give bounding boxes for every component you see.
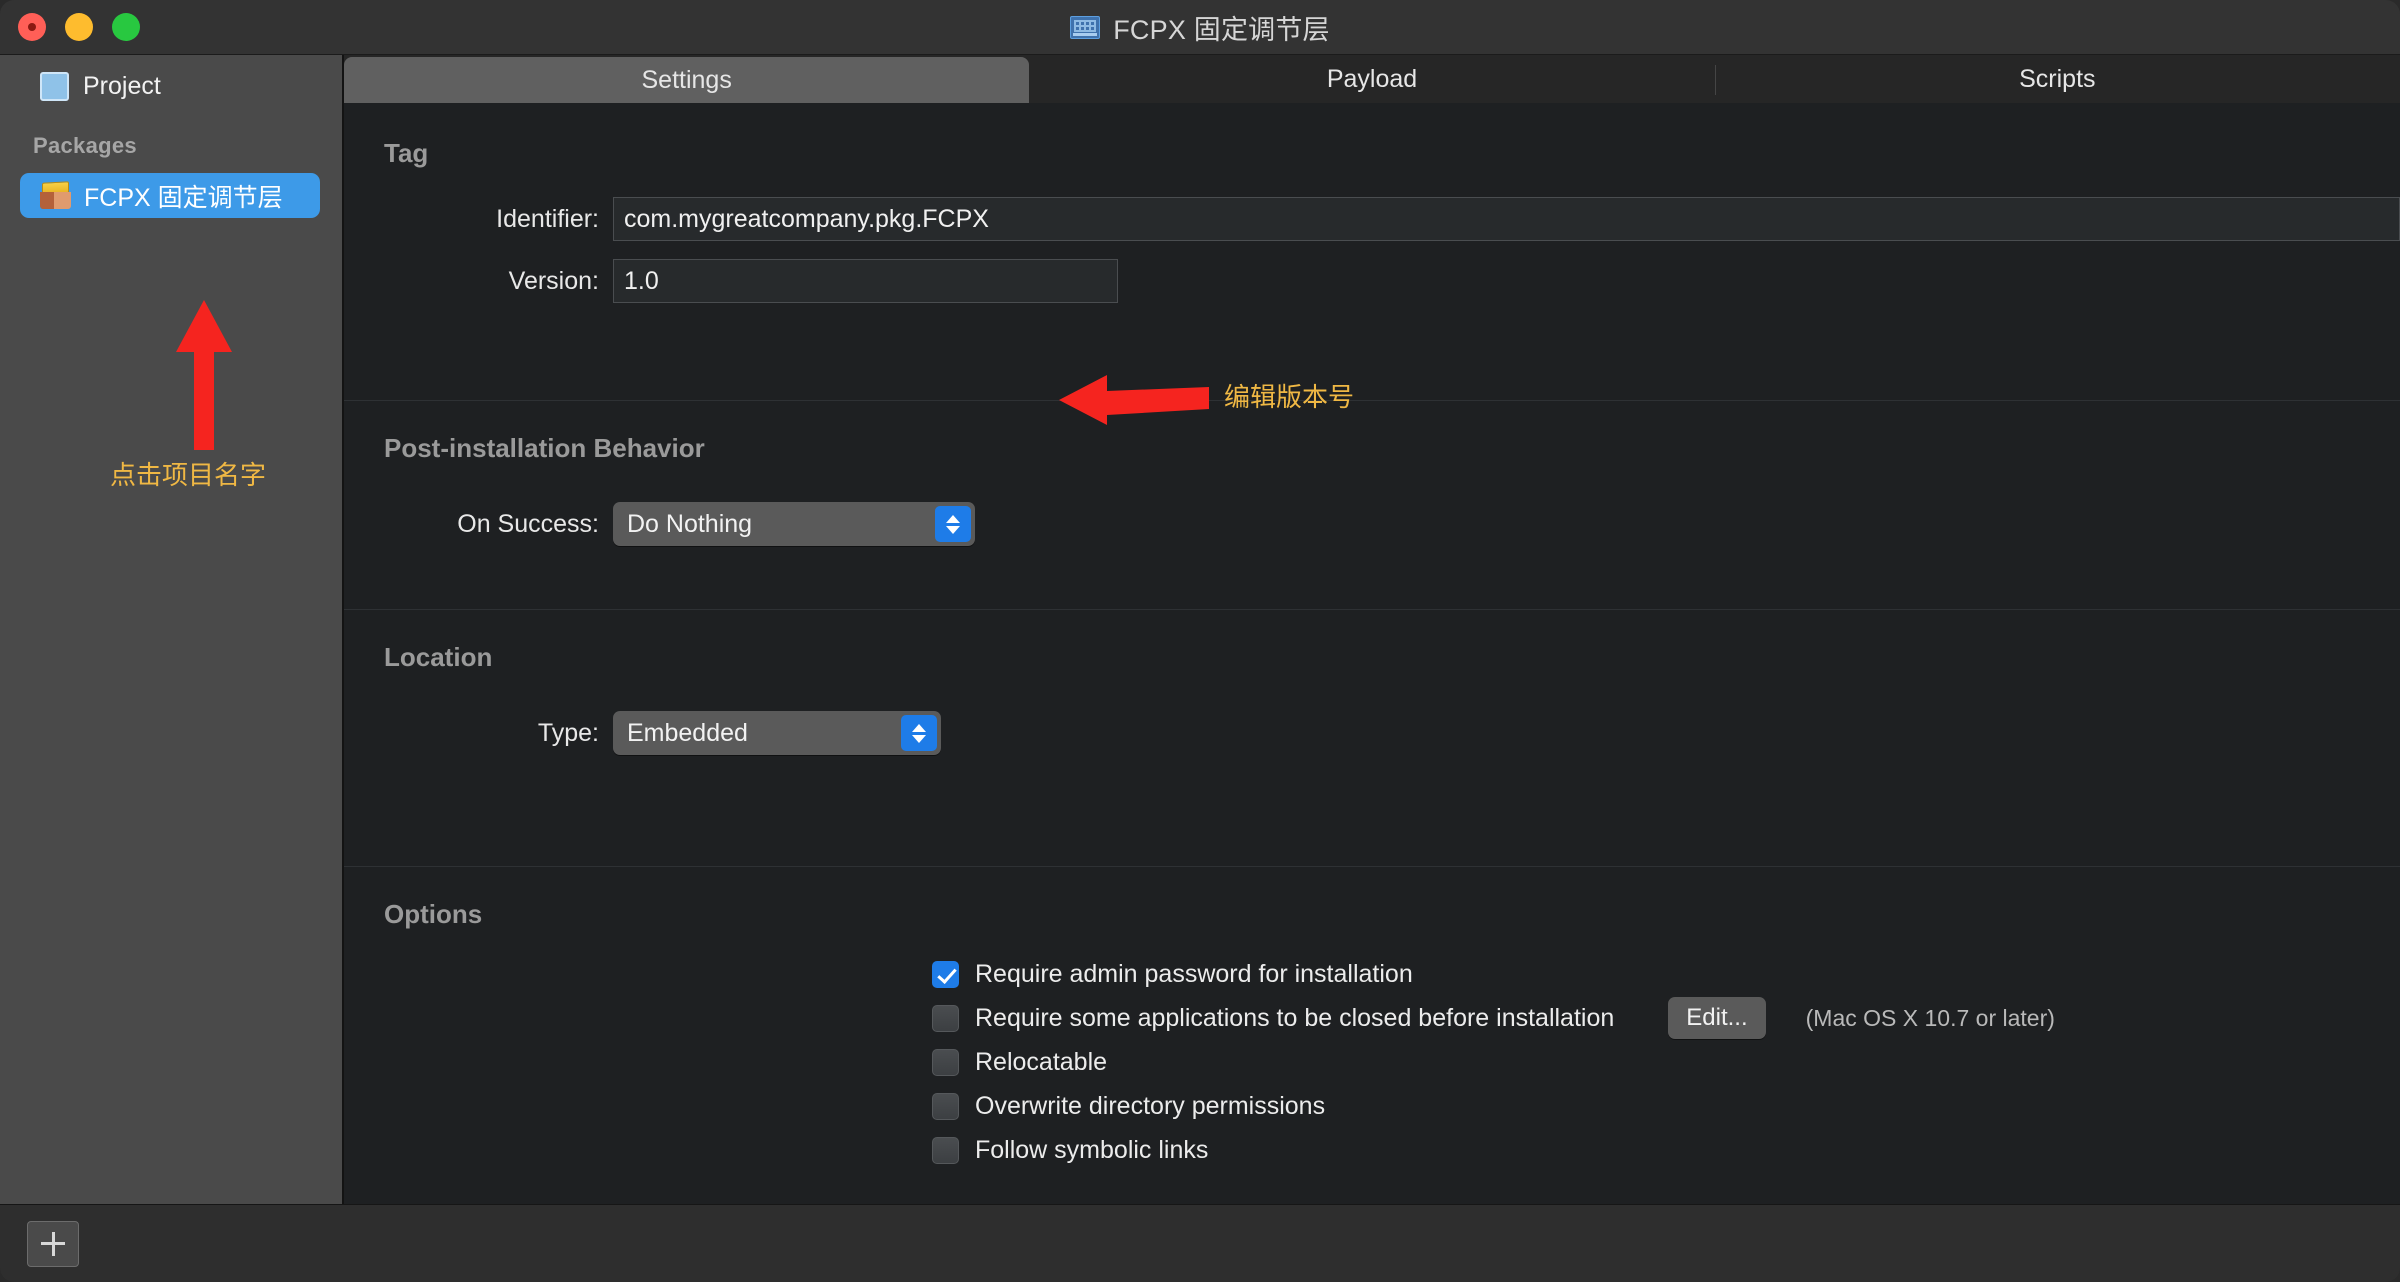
window-controls [18, 13, 140, 41]
identifier-input[interactable]: com.mygreatcompany.pkg.FCPX [613, 197, 2400, 241]
tab-bar: Settings Payload Scripts [344, 55, 2400, 103]
maximize-window-button[interactable] [112, 13, 140, 41]
tab-settings[interactable]: Settings [344, 57, 1030, 103]
project-square-icon [40, 71, 69, 101]
close-window-button[interactable] [18, 13, 46, 41]
version-input[interactable]: 1.0 [613, 259, 1118, 303]
main-pane: Settings Payload Scripts Tag Identifier:… [344, 55, 2400, 1204]
option-label: Overwrite directory permissions [975, 1091, 1326, 1120]
checkbox-require-admin-password[interactable] [932, 960, 959, 988]
checkbox-overwrite-directory-permissions[interactable] [932, 1092, 959, 1120]
sidebar-item-project-label: Project [83, 71, 161, 100]
minimize-window-button[interactable] [65, 13, 93, 41]
sidebar-item-package[interactable]: FCPX 固定调节层 [20, 173, 320, 218]
option-row[interactable]: Relocatable [932, 1040, 2400, 1084]
section-location-title: Location [384, 642, 493, 672]
options-list: Require admin password for installation … [344, 930, 2400, 1172]
location-type-dropdown[interactable]: Embedded [613, 711, 941, 755]
tab-scripts-label: Scripts [2019, 64, 2096, 93]
section-tag-title: Tag [384, 138, 429, 168]
edit-button[interactable]: Edit... [1668, 997, 1766, 1039]
option-row[interactable]: Overwrite directory permissions [932, 1084, 2400, 1128]
tab-payload-label: Payload [1326, 64, 1418, 93]
settings-content: Tag Identifier: com.mygreatcompany.pkg.F… [344, 103, 2400, 1204]
chevron-updown-icon[interactable] [901, 715, 937, 751]
tab-payload[interactable]: Payload [1029, 55, 1714, 103]
bottom-toolbar [0, 1204, 2400, 1282]
location-type-label: Type: [537, 718, 599, 747]
section-options: Options Require admin password for insta… [344, 867, 2400, 1172]
sidebar-section-packages: Packages [33, 133, 137, 158]
title-bar: FCPX 固定调节层 [0, 0, 2400, 55]
identifier-label: Identifier: [496, 204, 599, 233]
package-box-icon [40, 181, 71, 209]
version-label: Version: [508, 266, 599, 295]
compatibility-note: (Mac OS X 10.7 or later) [1805, 1004, 2055, 1031]
tab-settings-label: Settings [641, 65, 732, 94]
add-package-button[interactable] [27, 1220, 79, 1267]
red-up-arrow-annotation [176, 300, 232, 450]
package-window-icon [1070, 15, 1101, 39]
sidebar-annotation-text: 点击项目名字 [110, 460, 267, 490]
on-success-value: Do Nothing [627, 509, 753, 538]
option-label: Require admin password for installation [975, 959, 1413, 988]
chevron-updown-icon[interactable] [935, 506, 971, 542]
checkbox-require-apps-closed[interactable] [932, 1004, 959, 1032]
window-body: Project Packages FCPX 固定调节层 点击项目名字 Setti… [0, 55, 2400, 1204]
option-row[interactable]: Require admin password for installation [932, 952, 2400, 996]
on-success-dropdown[interactable]: Do Nothing [613, 502, 975, 546]
app-window: FCPX 固定调节层 Project Packages FCPX 固定调节层 点… [0, 0, 2400, 1282]
on-success-label: On Success: [457, 509, 599, 538]
location-type-value: Embedded [627, 718, 748, 747]
tab-scripts[interactable]: Scripts [1714, 55, 2400, 103]
section-post-install: Post-installation Behavior On Success: D… [344, 401, 2400, 609]
window-title-group: FCPX 固定调节层 [0, 8, 2400, 47]
window-title: FCPX 固定调节层 [1113, 14, 1330, 45]
section-location: Location Type: Embedded [344, 610, 2400, 866]
sidebar: Project Packages FCPX 固定调节层 点击项目名字 [0, 55, 344, 1204]
section-options-title: Options [384, 899, 483, 929]
section-tag: Tag Identifier: com.mygreatcompany.pkg.F… [344, 103, 2400, 425]
option-row[interactable]: Follow symbolic links [932, 1128, 2400, 1172]
tab-divider [1714, 65, 1716, 95]
option-label: Follow symbolic links [975, 1135, 1209, 1164]
option-label: Require some applications to be closed b… [975, 1003, 1615, 1032]
sidebar-item-package-label: FCPX 固定调节层 [84, 183, 283, 212]
option-label: Relocatable [975, 1047, 1108, 1076]
checkbox-follow-symbolic-links[interactable] [932, 1136, 959, 1164]
option-row[interactable]: Require some applications to be closed b… [932, 996, 2400, 1040]
sidebar-item-project[interactable]: Project [0, 55, 342, 105]
checkbox-relocatable[interactable] [932, 1048, 959, 1076]
section-post-install-title: Post-installation Behavior [384, 433, 705, 463]
